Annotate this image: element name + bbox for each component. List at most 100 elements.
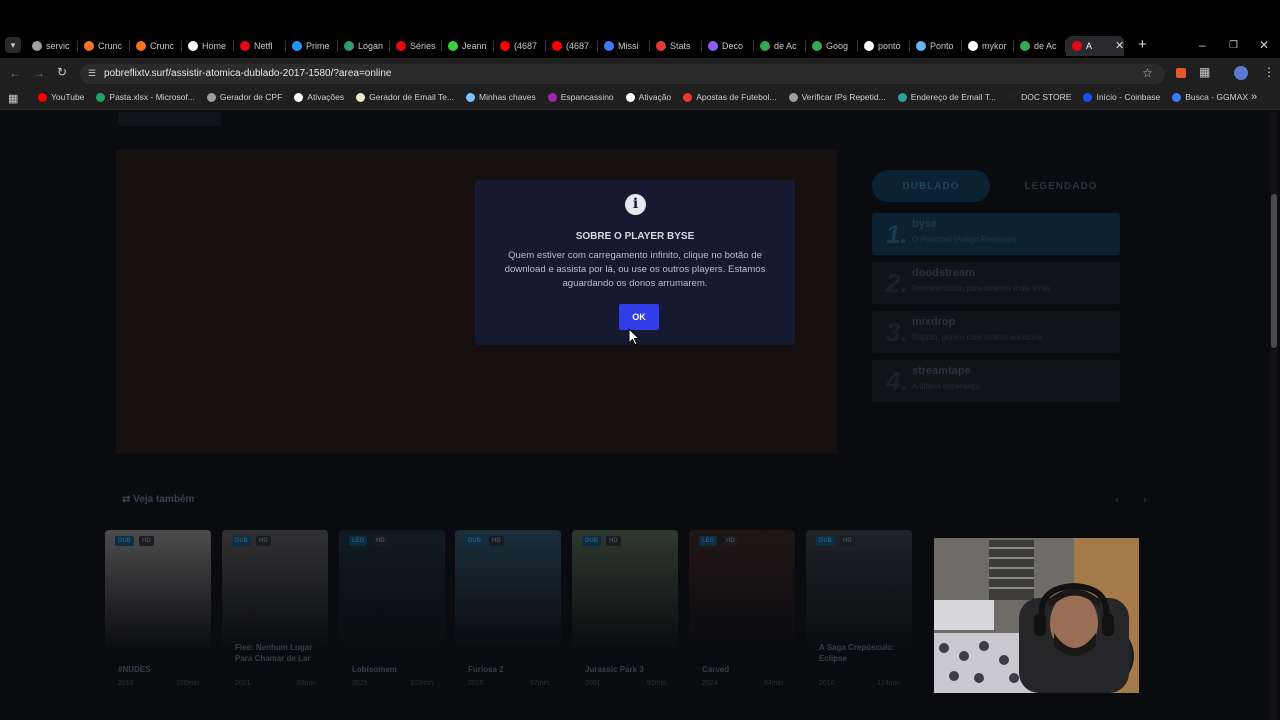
tab-favicon-icon — [32, 41, 42, 51]
browser-tab[interactable]: Home — [182, 36, 234, 56]
bookmark-item[interactable]: Espancassino — [547, 92, 614, 102]
tab-search-button[interactable]: ▾ — [5, 37, 21, 53]
movie-card[interactable]: DUB HD Jurassic Park 3 2001 92min — [572, 530, 678, 686]
forward-icon[interactable]: → — [33, 66, 45, 80]
browser-tab[interactable]: Missi — [598, 36, 650, 56]
browser-tab[interactable]: de Ac — [754, 36, 806, 56]
tab-close-icon[interactable]: ✕ — [1115, 39, 1124, 52]
carousel-prev-icon[interactable]: ‹ — [1115, 494, 1119, 506]
browser-tab[interactable]: Crunc — [78, 36, 130, 56]
browser-tab[interactable]: Séries — [390, 36, 442, 56]
quality-badge: HD — [489, 536, 504, 546]
tab-favicon-icon — [240, 41, 250, 51]
bookmark-list: YouTube Pasta.xlsx - Microsof... Gerador d… — [38, 92, 1248, 102]
back-icon[interactable]: ← — [9, 66, 21, 80]
browser-tab[interactable]: Ponto — [910, 36, 962, 56]
reload-icon[interactable]: ↻ — [57, 65, 67, 79]
movie-duration: 124min — [877, 680, 900, 686]
bookmark-item[interactable]: Endereço de Email T... — [897, 92, 997, 102]
bookmark-favicon-icon — [1008, 92, 1018, 102]
browser-tab[interactable]: servic — [26, 36, 78, 56]
bookmark-star-icon[interactable]: ☆ — [1142, 66, 1153, 80]
server-option[interactable]: 4. streamtape A última esperança. — [872, 360, 1120, 402]
bookmark-favicon-icon — [466, 92, 476, 102]
movie-year: 2001 — [585, 680, 601, 686]
browser-tab[interactable]: Deco — [702, 36, 754, 56]
server-option[interactable]: 1. byse O Principal (Antigo Filemoon) — [872, 213, 1120, 255]
movie-card[interactable]: DUB HD Furiosa 2 2025 97min — [455, 530, 561, 686]
more-bookmarks-icon[interactable]: » — [1251, 91, 1257, 103]
browser-tab[interactable]: Logan — [338, 36, 390, 56]
browser-tab[interactable]: Goog — [806, 36, 858, 56]
mouse-cursor-icon — [628, 328, 640, 346]
movie-year: 2018 — [118, 680, 134, 686]
movie-poster — [105, 530, 211, 650]
tab-favicon-icon — [344, 41, 354, 51]
server-description: Recomendado para internet mais lenta. — [912, 284, 1053, 293]
bookmark-item[interactable]: Verificar IPs Repetid... — [788, 92, 886, 102]
bookmark-label: Endereço de Email T... — [910, 92, 997, 102]
bookmark-item[interactable]: Ativações — [294, 92, 344, 102]
tab-subtitled[interactable]: LEGENDADO — [1002, 170, 1120, 202]
tab-label: Home — [202, 41, 227, 51]
browser-tab[interactable]: Netfl — [234, 36, 286, 56]
bookmark-item[interactable]: Pasta.xlsx - Microsof... — [96, 92, 195, 102]
see-also-label: Veja também — [133, 494, 195, 505]
profile-avatar[interactable] — [1234, 66, 1248, 80]
browser-tab[interactable]: mykor — [962, 36, 1014, 56]
bookmark-item[interactable]: DOC STORE — [1008, 92, 1071, 102]
ok-button[interactable]: OK — [619, 304, 659, 330]
menu-kebab-icon[interactable]: ⋮ — [1263, 65, 1275, 79]
bookmark-label: Gerador de CPF — [219, 92, 283, 102]
movie-card[interactable]: LEG HD Carved 2024 94min — [689, 530, 795, 686]
scrollbar-thumb[interactable] — [1271, 194, 1277, 348]
browser-tab[interactable]: Prime — [286, 36, 338, 56]
url-field[interactable]: pobreflixtv.surf/assistir-atomica-dublad… — [80, 64, 1165, 84]
browser-tab[interactable]: de Ac — [1014, 36, 1066, 56]
bookmark-favicon-icon — [683, 92, 693, 102]
movie-card[interactable]: DUB HD #NUDES 2018 100min — [105, 530, 211, 686]
shuffle-icon: ⇄ — [122, 494, 131, 505]
new-tab-button[interactable]: + — [1138, 36, 1147, 53]
browser-tab[interactable]: ponto — [858, 36, 910, 56]
info-icon: i — [625, 194, 646, 215]
site-info-icon[interactable]: ☰ — [88, 68, 96, 79]
server-option[interactable]: 3. mixdrop Rápido, porém com muitos anúnci… — [872, 311, 1120, 353]
tab-favicon-icon — [708, 41, 718, 51]
bookmark-item[interactable]: YouTube — [38, 92, 84, 102]
server-option[interactable]: 2. doodstream Recomendado para internet ma… — [872, 262, 1120, 304]
browser-tab[interactable]: Crunc — [130, 36, 182, 56]
movie-card[interactable]: LEG HD Lobisomem 2025 103min — [339, 530, 445, 686]
bookmark-item[interactable]: Busca - GGMAX — [1172, 92, 1248, 102]
movie-year: 2025 — [352, 680, 368, 686]
browser-tab[interactable]: (4687 — [546, 36, 598, 56]
bookmark-item[interactable]: Ativação — [625, 92, 671, 102]
bookmark-favicon-icon — [897, 92, 907, 102]
bookmark-item[interactable]: Apostas de Futebol... — [683, 92, 777, 102]
bookmark-item[interactable]: Gerador de Email Te... — [356, 92, 454, 102]
bookmark-favicon-icon — [38, 92, 47, 102]
maximize-icon[interactable]: ❐ — [1229, 40, 1238, 51]
carousel-next-icon[interactable]: › — [1143, 494, 1147, 506]
tab-label: A — [1086, 41, 1093, 51]
extensions-puzzle-icon[interactable]: ▦ — [1199, 65, 1210, 79]
apps-grid-icon[interactable]: ▦ — [8, 92, 18, 105]
movie-card[interactable]: DUB HD Flee: Nenhum Lugar Para Chamar de L… — [222, 530, 328, 686]
browser-tab[interactable]: (4687 — [494, 36, 546, 56]
bookmark-item[interactable]: Início - Coinbase — [1083, 92, 1160, 102]
bookmark-item[interactable]: Minhas chaves — [466, 92, 536, 102]
quality-badge: HD — [606, 536, 621, 546]
movie-card[interactable]: DUB HD A Saga Crepúsculo: Eclipse 2010 124mi… — [806, 530, 912, 686]
tab-label: Stats — [670, 41, 691, 51]
bookmark-label: Espancassino — [560, 92, 614, 102]
top-button-ghost[interactable] — [118, 112, 221, 126]
audio-badge: DUB — [582, 536, 601, 546]
movie-title: Jurassic Park 3 — [585, 665, 644, 674]
extension-icon[interactable] — [1176, 68, 1186, 78]
browser-tab[interactable]: Jeann — [442, 36, 494, 56]
browser-tab[interactable]: Stats — [650, 36, 702, 56]
bookmark-item[interactable]: Gerador de CPF — [206, 92, 283, 102]
minimize-icon[interactable]: – — [1199, 38, 1206, 52]
close-window-icon[interactable]: ✕ — [1259, 38, 1269, 52]
tab-dubbed[interactable]: DUBLADO — [872, 170, 990, 202]
